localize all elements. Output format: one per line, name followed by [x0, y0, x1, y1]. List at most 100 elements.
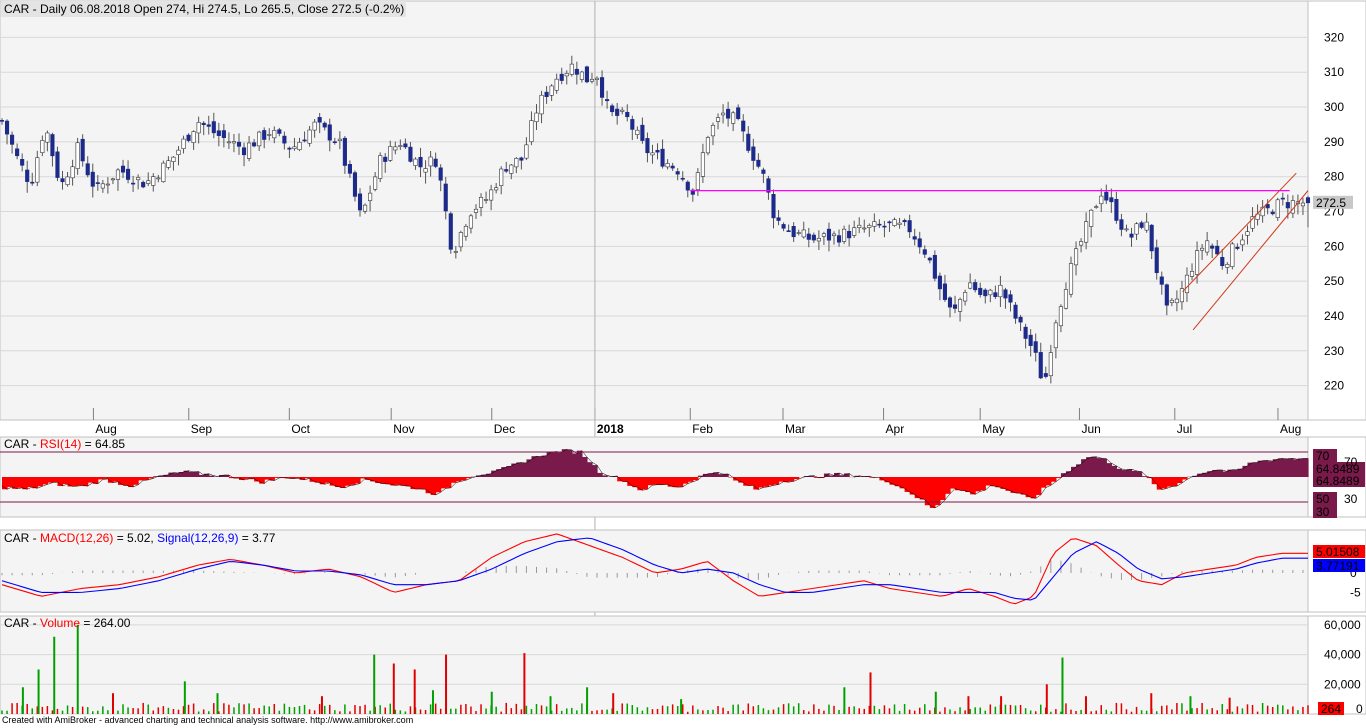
- candle-down: [1280, 197, 1285, 200]
- rsi-fill-high: [1217, 469, 1223, 477]
- rsi-fill-low: [42, 477, 48, 485]
- volume-title-part-2: = 264.00: [80, 616, 131, 630]
- candle-down: [1129, 233, 1134, 238]
- macd-title-part-3: Signal(12,26,9): [157, 531, 238, 545]
- candle-up: [267, 134, 272, 136]
- macd-title-part-0: CAR -: [4, 531, 40, 545]
- candle-down: [978, 287, 983, 295]
- rsi-fill-high: [526, 459, 533, 477]
- candle-up: [1079, 241, 1084, 246]
- volume-ytick-zero: 0: [1356, 702, 1363, 716]
- rsi-fill-low: [687, 477, 694, 482]
- candle-down: [403, 143, 408, 148]
- candle-up: [1089, 209, 1094, 227]
- candle-up: [564, 73, 569, 77]
- candle-down: [756, 159, 761, 167]
- candle-up: [852, 227, 857, 236]
- rsi-fill-high: [541, 455, 548, 477]
- candle-up: [1084, 221, 1089, 243]
- candle-up: [514, 158, 519, 168]
- candle-down: [544, 91, 549, 97]
- rsi-fill-low: [339, 477, 346, 488]
- candle-down: [847, 230, 852, 239]
- candle-up: [171, 156, 176, 162]
- rsi-fill-low: [1045, 477, 1052, 486]
- candle-down: [1154, 247, 1159, 274]
- candle-down: [131, 182, 136, 185]
- candle-down: [927, 257, 932, 261]
- rsi-fill-low: [970, 477, 976, 495]
- candle-down: [1305, 197, 1311, 204]
- candle-down: [25, 169, 30, 182]
- candle-up: [857, 224, 862, 228]
- rsi-fill-low: [793, 477, 800, 480]
- rsi-tag-70: 70: [1316, 449, 1330, 463]
- candle-up: [1300, 202, 1306, 207]
- rsi-fill-high: [1121, 470, 1128, 477]
- rsi-fill-low: [758, 477, 765, 488]
- candle-up: [1144, 221, 1149, 231]
- price-ytick-label: 260: [1324, 239, 1344, 253]
- rsi-fill-low: [632, 477, 638, 488]
- candle-up: [1099, 195, 1104, 205]
- rsi-fill-low: [7, 477, 13, 487]
- candle-up: [1169, 299, 1174, 303]
- rsi-fill-low: [1050, 477, 1057, 482]
- candle-up: [821, 233, 826, 237]
- rsi-fill-low: [637, 477, 643, 491]
- candle-down: [761, 169, 766, 174]
- candle-down: [50, 134, 55, 157]
- candle-down: [610, 105, 615, 113]
- candle-down: [141, 181, 146, 188]
- candle-up: [816, 237, 821, 242]
- rsi-fill-low: [2, 477, 8, 490]
- rsi-fill-high: [1277, 458, 1284, 477]
- rsi-fill-high: [223, 475, 230, 477]
- rsi-fill-high: [188, 471, 195, 477]
- candle-down: [504, 169, 509, 172]
- candle-down: [327, 124, 332, 141]
- candle-up: [534, 112, 539, 123]
- rsi-fill-high: [1257, 460, 1264, 477]
- month-label: Oct: [291, 422, 310, 436]
- rsi-fill-low: [1015, 477, 1022, 494]
- rsi-tag-30: 30: [1316, 505, 1330, 519]
- candle-up: [196, 122, 201, 134]
- candle-down: [216, 130, 221, 136]
- price-title: CAR - Daily 06.08.2018 Open 274, Hi 274.…: [4, 2, 404, 16]
- candle-down: [342, 137, 347, 166]
- month-label: Mar: [785, 422, 806, 436]
- rsi-fill-low: [57, 477, 64, 486]
- candle-up: [1094, 206, 1099, 208]
- candle-down: [1210, 245, 1215, 249]
- rsi-fill-high: [168, 472, 175, 477]
- chart-canvas[interactable]: 220230240250260270280290300310320Aug Sep O…: [0, 0, 1366, 728]
- rsi-fill-low: [77, 477, 84, 486]
- candle-up: [1245, 231, 1250, 236]
- candle-down: [519, 157, 524, 161]
- candle-up: [191, 131, 196, 143]
- month-label: Dec: [494, 422, 515, 436]
- rsi-fill-low: [909, 477, 916, 495]
- candle-down: [317, 117, 322, 123]
- volume-title: CAR - Volume = 264.00: [4, 616, 131, 630]
- candle-up: [650, 152, 655, 156]
- rsi-fill-low: [380, 477, 386, 484]
- candle-down: [80, 138, 85, 162]
- rsi-fill-low: [62, 477, 69, 485]
- rsi-fill-low: [324, 477, 331, 483]
- rsi-fill-low: [768, 477, 775, 486]
- candle-down: [221, 130, 226, 138]
- candle-down: [746, 133, 751, 151]
- candle-down: [241, 147, 247, 156]
- price-ytick-label: 290: [1324, 135, 1344, 149]
- price-title-part-0: CAR - Daily 06.08.2018 Open 274, Hi 274.…: [4, 2, 404, 16]
- rsi-fill-high: [723, 473, 729, 477]
- candle-up: [700, 152, 705, 177]
- rsi-fill-high: [1287, 458, 1294, 477]
- rsi-fill-high: [1111, 465, 1117, 477]
- rsi-fill-low: [450, 477, 457, 483]
- rsi-fill-low: [385, 477, 391, 485]
- candle-down: [201, 122, 206, 126]
- candle-up: [312, 121, 317, 131]
